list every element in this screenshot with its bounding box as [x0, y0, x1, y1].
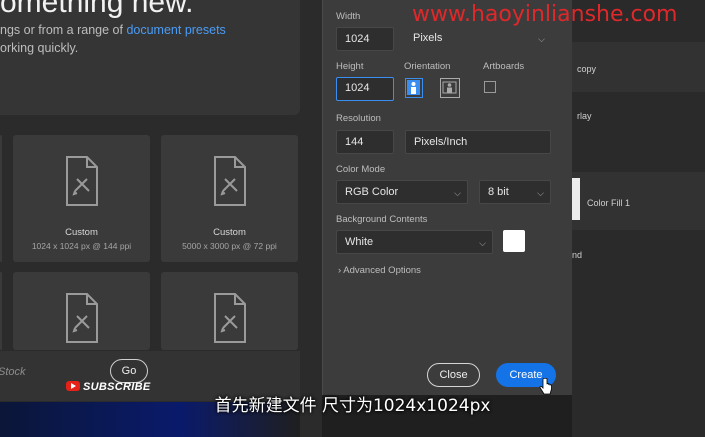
preset-card-partial[interactable]	[0, 135, 2, 262]
layer-name: nd	[572, 250, 583, 260]
width-label: Width	[336, 11, 361, 22]
hero-line-1: ngs or from a range of document presets	[0, 23, 226, 37]
hand-cursor-icon	[539, 378, 552, 395]
resolution-label: Resolution	[336, 113, 381, 124]
layer-name: Color Fill 1	[587, 198, 631, 208]
bit-depth-value: 8 bit	[488, 186, 509, 198]
preset-card-4[interactable]	[161, 272, 298, 350]
resolution-unit-select[interactable]: Pixels/Inch	[405, 130, 551, 154]
resolution-input[interactable]: 144	[336, 130, 394, 154]
landscape-icon	[442, 81, 457, 94]
orientation-label: Orientation	[404, 61, 451, 72]
close-button[interactable]: Close	[427, 363, 480, 387]
width-input[interactable]: 1024	[336, 27, 394, 51]
document-icon	[213, 156, 246, 206]
chevron-down-icon: ⌵	[479, 238, 486, 248]
hero-line-1-text: ngs or from a range of	[0, 23, 127, 37]
chevron-down-icon: ⌵	[454, 188, 461, 198]
hero-title: omething new.	[0, 0, 194, 19]
preset-name: Custom	[65, 227, 98, 238]
preset-name: Custom	[213, 227, 246, 238]
video-caption: 首先新建文件 尺寸为1024x1024px	[214, 396, 491, 416]
preset-card-partial[interactable]	[0, 272, 2, 350]
preset-detail: 1024 x 1024 px @ 144 ppi	[31, 241, 132, 251]
preset-card-3[interactable]	[13, 272, 150, 350]
color-mode-select[interactable]: RGB Color ⌵	[336, 180, 468, 204]
advanced-options-label: Advanced Options	[343, 265, 421, 276]
background-color-swatch[interactable]	[503, 230, 525, 252]
background-contents-select[interactable]: White ⌵	[336, 230, 493, 254]
height-label: Height	[336, 61, 364, 72]
width-unit-value: Pixels	[413, 32, 443, 44]
document-icon	[213, 293, 246, 343]
color-mode-label: Color Mode	[336, 164, 386, 175]
landscape-orientation-button[interactable]	[440, 78, 460, 98]
artboards-checkbox[interactable]	[484, 81, 496, 93]
advanced-options-toggle[interactable]: › Advanced Options	[338, 265, 421, 276]
portrait-icon	[407, 80, 420, 95]
layer-name: copy	[577, 64, 597, 74]
resolution-unit-value: Pixels/Inch	[414, 136, 468, 148]
background-contents-value: White	[345, 236, 374, 248]
background-contents-label: Background Contents	[336, 214, 428, 225]
hero-line-2: orking quickly.	[0, 41, 79, 55]
artboards-label: Artboards	[483, 61, 525, 72]
preset-detail: 5000 x 3000 px @ 72 ppi	[182, 241, 277, 251]
portrait-orientation-button[interactable]	[405, 78, 423, 98]
preset-card-1[interactable]: Custom 1024 x 1024 px @ 144 ppi	[13, 135, 150, 262]
watermark: www.haoyinlianshe.com	[412, 2, 678, 27]
bit-depth-select[interactable]: 8 bit ⌵	[479, 180, 551, 204]
layer-name: rlay	[577, 111, 592, 121]
go-button[interactable]: Go	[110, 359, 148, 383]
height-input[interactable]: 1024	[336, 77, 394, 101]
preset-card-2[interactable]: Custom 5000 x 3000 px @ 72 ppi	[161, 135, 298, 262]
document-icon	[65, 293, 98, 343]
youtube-icon	[66, 381, 80, 391]
document-presets-link[interactable]: document presets	[126, 23, 225, 37]
document-icon	[65, 156, 98, 206]
stock-search-input[interactable]: Stock	[0, 366, 26, 378]
chevron-down-icon: ⌵	[538, 34, 545, 44]
chevron-down-icon: ⌵	[537, 188, 544, 198]
color-mode-value: RGB Color	[345, 186, 399, 198]
width-unit-select[interactable]: Pixels ⌵	[405, 27, 551, 51]
color-fill-thumbnail	[572, 178, 580, 220]
